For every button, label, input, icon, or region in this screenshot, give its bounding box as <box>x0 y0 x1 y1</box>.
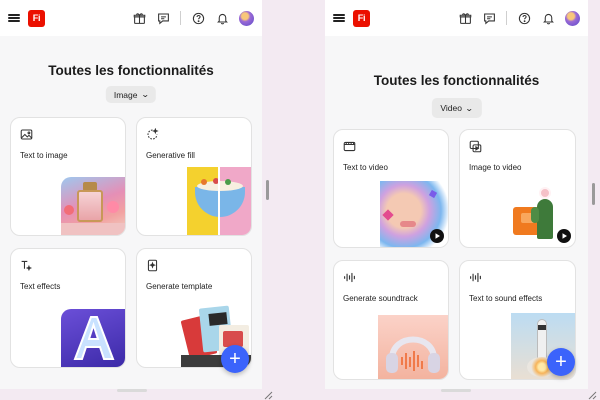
audio-wave-icon <box>343 271 357 285</box>
play-icon[interactable] <box>557 229 571 243</box>
feature-card-image-to-video[interactable]: Image to video <box>459 129 576 248</box>
create-fab-button[interactable]: + <box>221 345 249 373</box>
right-pane-bottom-handle[interactable] <box>441 389 471 392</box>
card-label: Text to video <box>343 163 388 172</box>
face-portrait-image <box>380 181 448 247</box>
bell-icon[interactable] <box>541 11 555 25</box>
right-content: Toutes les fonctionnalités Video ⌄ Text … <box>325 36 588 389</box>
app-logo[interactable]: Fi <box>28 9 45 27</box>
header-divider <box>180 11 181 25</box>
image-icon <box>20 128 34 142</box>
app-header: Fi <box>0 0 262 36</box>
card-label: Text to sound effects <box>469 294 543 303</box>
cereal-bowl-image <box>187 167 251 235</box>
app-header: Fi <box>325 0 588 36</box>
card-label: Text to image <box>20 151 68 160</box>
gift-icon[interactable] <box>458 11 472 25</box>
card-label: Text effects <box>20 282 61 291</box>
right-pane-scrollbar[interactable] <box>592 183 595 205</box>
filter-dropdown[interactable]: Video ⌄ <box>431 98 482 118</box>
chevron-down-icon: ⌄ <box>464 103 474 113</box>
left-pane-bottom-handle[interactable] <box>117 389 147 392</box>
hamburger-menu-icon[interactable] <box>333 12 345 24</box>
right-pane: Fi Toutes les fonctionnalités Video ⌄ Te… <box>325 0 588 389</box>
avatar[interactable] <box>239 10 254 26</box>
feature-card-text-effects[interactable]: Text effects <box>10 248 126 368</box>
resize-grip-icon[interactable] <box>587 387 597 400</box>
chrome-letter-a-image <box>61 309 125 367</box>
chat-icon[interactable] <box>156 11 170 25</box>
card-label: Image to video <box>469 163 522 172</box>
perfume-bottle-image <box>61 177 125 235</box>
left-content: Toutes les fonctionnalités Image ⌄ Text … <box>0 36 262 389</box>
chevron-down-icon: ⌄ <box>140 90 150 99</box>
feature-card-generate-soundtrack[interactable]: Generate soundtrack <box>333 260 449 380</box>
help-icon[interactable] <box>517 11 531 25</box>
avatar[interactable] <box>565 10 580 26</box>
gift-icon[interactable] <box>132 11 146 25</box>
bell-icon[interactable] <box>215 11 229 25</box>
help-icon[interactable] <box>191 11 205 25</box>
filter-dropdown[interactable]: Image ⌄ <box>105 86 157 103</box>
card-label: Generative fill <box>146 151 195 160</box>
template-icon <box>146 259 160 273</box>
header-divider <box>506 11 507 25</box>
image-to-video-icon <box>469 140 483 154</box>
headphones-image <box>378 315 448 379</box>
app-logo[interactable]: Fi <box>353 9 370 27</box>
filter-dropdown-value: Video <box>440 103 462 113</box>
feature-card-text-to-video[interactable]: Text to video <box>333 129 449 248</box>
hamburger-menu-icon[interactable] <box>8 12 20 24</box>
play-icon[interactable] <box>430 229 444 243</box>
card-label: Generate soundtrack <box>343 294 418 303</box>
card-label: Generate template <box>146 282 213 291</box>
filter-dropdown-value: Image <box>113 89 138 100</box>
resize-grip-icon[interactable] <box>263 387 273 400</box>
create-fab-button[interactable]: + <box>547 348 575 376</box>
left-pane: Fi Toutes les fonctionnalités Image ⌄ Te… <box>0 0 262 389</box>
video-icon <box>343 140 357 154</box>
text-effects-icon <box>20 259 34 273</box>
cactus-image <box>507 181 575 247</box>
generative-fill-icon <box>146 127 160 142</box>
feature-card-text-to-image[interactable]: Text to image <box>10 117 126 236</box>
left-pane-scrollbar[interactable] <box>266 180 269 200</box>
chat-icon[interactable] <box>482 11 496 25</box>
feature-card-generative-fill[interactable]: Generative fill <box>136 117 252 236</box>
page-title: Toutes les fonctionnalités <box>373 73 540 88</box>
page-title: Toutes les fonctionnalités <box>48 63 214 78</box>
audio-wave-icon <box>469 271 483 285</box>
